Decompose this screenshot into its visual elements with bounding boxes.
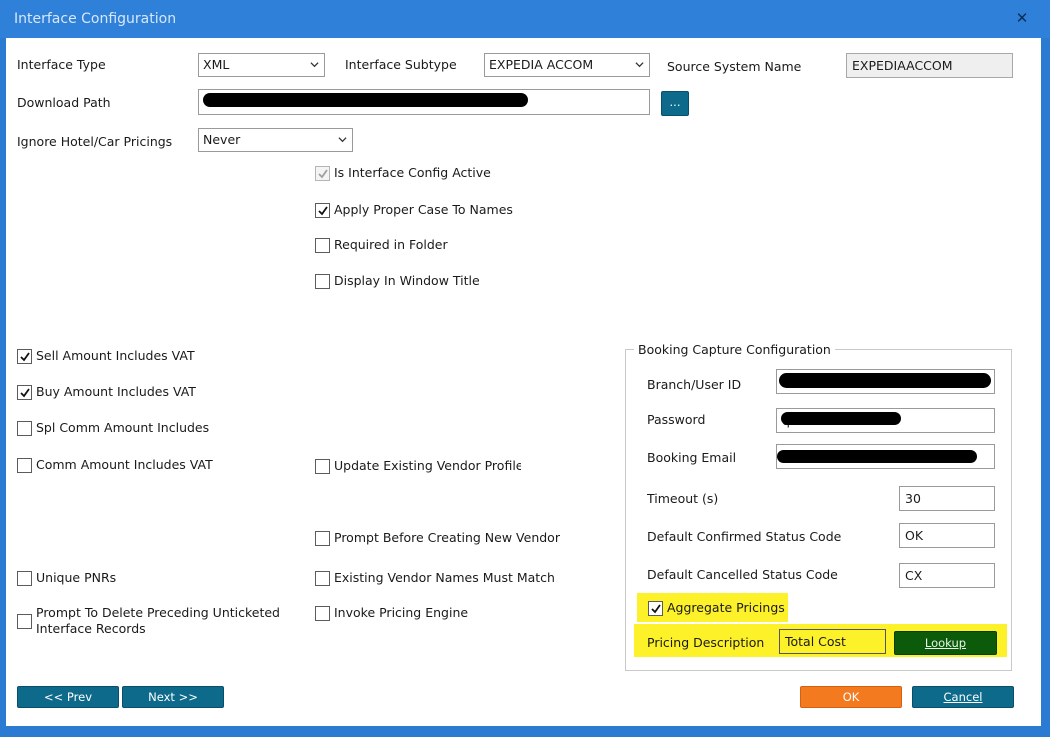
proper-case-label: Apply Proper Case To Names xyxy=(334,202,513,217)
aggregate-pricings-checkbox[interactable]: Aggregate Pricings xyxy=(648,600,785,616)
source-system-label: Source System Name xyxy=(667,59,802,74)
lookup-button[interactable]: Lookup xyxy=(894,631,997,655)
spl-comm-vat-checkbox[interactable]: Spl Comm Amount Includes VA xyxy=(17,420,213,436)
pricing-description-label: Pricing Description xyxy=(647,635,765,650)
interface-type-value: XML xyxy=(203,57,230,72)
checkmark-icon xyxy=(318,169,328,179)
update-vendor-profiles-label: Update Existing Vendor Profiles xyxy=(334,458,521,473)
checkbox-box xyxy=(17,349,32,364)
booking-email-label: Booking Email xyxy=(647,450,737,465)
aggregate-pricings-label: Aggregate Pricings xyxy=(667,600,785,615)
redaction-mark xyxy=(203,93,528,107)
checkmark-icon xyxy=(20,352,30,362)
checkbox-box xyxy=(315,571,330,586)
checkmark-icon xyxy=(651,604,661,614)
spl-comm-vat-label: Spl Comm Amount Includes VA xyxy=(36,420,213,435)
browse-button[interactable]: ... xyxy=(661,91,689,116)
invoke-pricing-checkbox[interactable]: Invoke Pricing Engine xyxy=(315,605,468,621)
required-in-folder-label: Required in Folder xyxy=(334,237,448,252)
redaction-mark xyxy=(781,412,901,425)
checkbox-box xyxy=(315,531,330,546)
unique-pnrs-checkbox[interactable]: Unique PNRs xyxy=(17,570,116,586)
update-vendor-profiles-checkbox[interactable]: Update Existing Vendor Profiles xyxy=(315,458,521,474)
branch-id-input[interactable] xyxy=(776,369,995,394)
prompt-new-vendor-checkbox[interactable]: Prompt Before Creating New Vendor xyxy=(315,530,560,546)
dialog-body: Interface Type XML Interface Subtype EXP… xyxy=(6,38,1041,726)
password-label: Password xyxy=(647,412,706,427)
pricing-description-input[interactable]: Total Cost xyxy=(779,629,886,654)
checkmark-icon xyxy=(318,206,328,216)
display-in-title-label: Display In Window Title xyxy=(334,273,480,288)
checkbox-box xyxy=(17,571,32,586)
download-path-input[interactable] xyxy=(198,89,650,115)
sell-vat-label: Sell Amount Includes VAT xyxy=(36,348,195,363)
checkmark-icon xyxy=(20,388,30,398)
interface-subtype-label: Interface Subtype xyxy=(345,57,457,72)
checkbox-box xyxy=(648,601,663,616)
interface-type-label: Interface Type xyxy=(17,57,106,72)
vendor-names-match-checkbox[interactable]: Existing Vendor Names Must Match xyxy=(315,570,555,586)
password-input[interactable]: qr xyxy=(776,408,995,433)
checkbox-box xyxy=(17,421,32,436)
redaction-mark xyxy=(777,450,977,463)
prompt-new-vendor-label: Prompt Before Creating New Vendor xyxy=(334,530,560,545)
config-active-checkbox[interactable]: Is Interface Config Active xyxy=(315,165,491,181)
ignore-pricings-value: Never xyxy=(203,132,241,147)
cancelled-status-label: Default Cancelled Status Code xyxy=(647,567,838,582)
vendor-names-match-label: Existing Vendor Names Must Match xyxy=(334,570,555,585)
sell-vat-checkbox[interactable]: Sell Amount Includes VAT xyxy=(17,348,195,364)
timeout-input[interactable]: 30 xyxy=(899,486,995,511)
chevron-down-icon xyxy=(338,137,347,143)
ok-button[interactable]: OK xyxy=(800,686,902,708)
proper-case-checkbox[interactable]: Apply Proper Case To Names xyxy=(315,202,513,218)
chevron-down-icon xyxy=(310,62,319,68)
confirmed-status-label: Default Confirmed Status Code xyxy=(647,529,842,544)
next-button[interactable]: Next >> xyxy=(122,686,224,708)
prompt-delete-label-line2: Interface Records xyxy=(36,621,146,636)
source-system-field: EXPEDIAACCOM xyxy=(846,53,1013,78)
comm-vat-label: Comm Amount Includes VAT xyxy=(36,457,213,472)
interface-type-select[interactable]: XML xyxy=(198,53,325,77)
ignore-pricings-select[interactable]: Never xyxy=(198,128,353,152)
title-bar: Interface Configuration ✕ xyxy=(0,0,1050,38)
buy-vat-label: Buy Amount Includes VAT xyxy=(36,384,196,399)
booking-capture-title: Booking Capture Configuration xyxy=(634,342,835,357)
checkbox-box xyxy=(315,274,330,289)
checkbox-box xyxy=(17,385,32,400)
close-icon[interactable]: ✕ xyxy=(1012,8,1032,28)
unique-pnrs-label: Unique PNRs xyxy=(36,570,117,585)
cancel-button[interactable]: Cancel xyxy=(912,686,1014,708)
download-path-label: Download Path xyxy=(17,95,111,110)
display-in-title-checkbox[interactable]: Display In Window Title xyxy=(315,273,480,289)
checkbox-box xyxy=(17,458,32,473)
interface-subtype-select[interactable]: EXPEDIA ACCOM xyxy=(484,53,650,77)
interface-subtype-value: EXPEDIA ACCOM xyxy=(489,57,594,72)
confirmed-status-input[interactable]: OK xyxy=(899,523,995,548)
prev-button[interactable]: << Prev xyxy=(17,686,119,708)
checkbox-box xyxy=(315,606,330,621)
checkbox-box xyxy=(315,238,330,253)
checkbox-box xyxy=(315,203,330,218)
comm-vat-checkbox[interactable]: Comm Amount Includes VAT xyxy=(17,457,213,473)
prompt-delete-checkbox[interactable]: Prompt To Delete Preceding Unticketed In… xyxy=(17,605,280,637)
checkbox-box xyxy=(17,614,32,629)
buy-vat-checkbox[interactable]: Buy Amount Includes VAT xyxy=(17,384,196,400)
required-in-folder-checkbox[interactable]: Required in Folder xyxy=(315,237,448,253)
prompt-delete-label-line1: Prompt To Delete Preceding Unticketed xyxy=(36,605,280,620)
window-title: Interface Configuration xyxy=(14,11,177,27)
config-active-label: Is Interface Config Active xyxy=(334,165,491,180)
checkbox-box xyxy=(315,166,330,181)
branch-id-label: Branch/User ID xyxy=(647,377,742,392)
redaction-mark xyxy=(779,373,991,388)
booking-email-input[interactable]: nlow xyxy=(776,444,995,469)
cancelled-status-input[interactable]: CX xyxy=(899,563,995,588)
ignore-pricings-label: Ignore Hotel/Car Pricings xyxy=(17,134,173,149)
checkbox-box xyxy=(315,459,330,474)
timeout-label: Timeout (s) xyxy=(647,491,719,506)
chevron-down-icon xyxy=(635,62,644,68)
invoke-pricing-label: Invoke Pricing Engine xyxy=(334,605,469,620)
interface-configuration-window: Interface Configuration ✕ Interface Type… xyxy=(0,0,1050,737)
